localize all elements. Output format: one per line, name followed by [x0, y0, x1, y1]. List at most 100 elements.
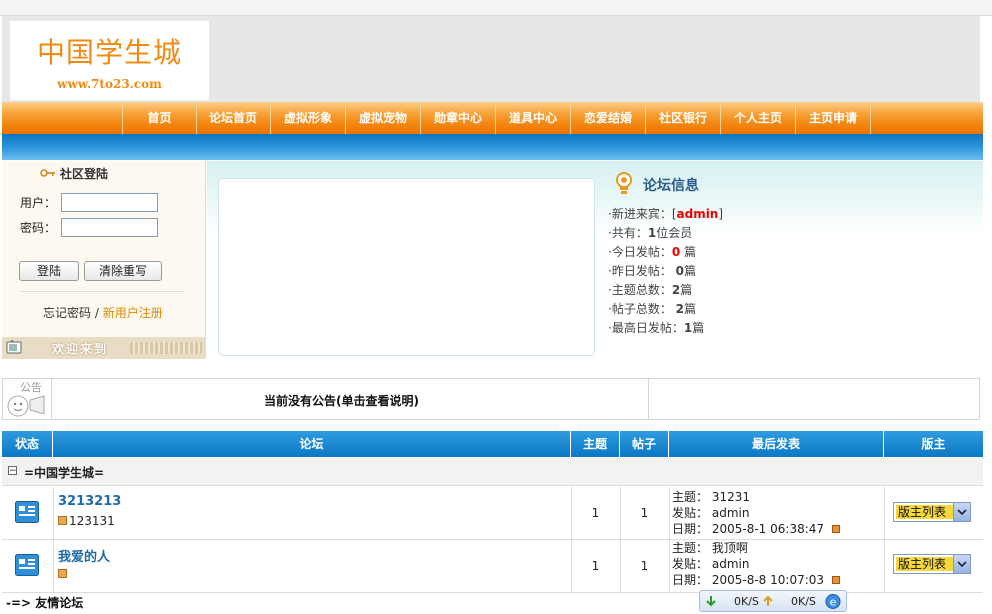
last-post-cell: 主题： 31231 发贴： admin 日期： 2005-8-1 06:38:4…: [669, 487, 885, 539]
status-cell: [2, 487, 54, 539]
info-max-unit: 篇: [692, 321, 705, 335]
network-speed-widget: 0K/S 0K/S e: [699, 590, 847, 612]
last-date-value: 2005-8-8 10:07:03: [711, 573, 825, 587]
info-posts-unit: 篇: [684, 302, 697, 316]
info-today-label: ·今日发帖：: [608, 245, 672, 259]
welcome-pattern: [130, 342, 202, 354]
info-max: ·最高日发帖：1篇: [608, 319, 704, 336]
last-post-date: 日期： 2005-8-8 10:07:03: [672, 572, 824, 588]
forum-name-link[interactable]: 我爱的人: [58, 546, 110, 565]
bulb-icon: [616, 172, 632, 194]
nav-avatar[interactable]: 虚拟形象: [271, 102, 346, 134]
info-yesterday-count: 0: [675, 264, 685, 278]
info-today-unit: 篇: [684, 245, 697, 259]
last-author-label: 发贴：: [672, 557, 709, 571]
blue-divider-bar: [2, 134, 983, 160]
col-posts: 帖子: [620, 431, 669, 457]
username-input[interactable]: [61, 193, 158, 212]
login-button[interactable]: 登陆: [19, 261, 79, 281]
cartoon-icon: [7, 395, 45, 417]
last-post-cell: 主题： 我顶啊 发贴： admin 日期： 2005-8-8 10:07:03: [669, 540, 885, 592]
info-members-label: ·共有：: [608, 226, 648, 240]
last-topic-label: 主题：: [672, 490, 709, 504]
last-date-value: 2005-8-1 06:38:47: [711, 522, 825, 536]
last-topic-link[interactable]: 我顶啊: [712, 541, 748, 555]
last-topic-link[interactable]: 31231: [712, 490, 750, 504]
table-row: 3213213 123131 1 1 主题： 31231 发贴： admin 日…: [2, 487, 983, 540]
last-author-link[interactable]: admin: [712, 557, 750, 571]
topic-count: 1: [571, 540, 621, 592]
col-last-post: 最后发表: [669, 431, 884, 457]
blank-content-box: [218, 178, 595, 356]
info-max-label: ·最高日发帖：: [608, 321, 684, 335]
site-logo[interactable]: 中国学生城 www.7to23.com: [10, 21, 209, 100]
reset-button[interactable]: 清除重写: [84, 261, 162, 281]
announcement-icon: 公告: [2, 376, 48, 422]
info-topics-unit: 篇: [680, 283, 693, 297]
nav-items[interactable]: 道具中心: [496, 102, 571, 134]
login-links: 忘记密码 / 新用户注册: [43, 304, 163, 321]
announcement-divider: [51, 379, 52, 419]
category-title[interactable]: =中国学生城=: [24, 464, 104, 481]
chevron-down-icon[interactable]: [953, 555, 970, 573]
info-members: ·共有：1位会员: [608, 224, 692, 241]
announcement-bar: [2, 378, 980, 420]
moderator-select[interactable]: 版主列表: [893, 554, 971, 574]
last-post-topic: 主题： 我顶啊: [672, 540, 748, 556]
forum-info-title: 论坛信息: [643, 178, 699, 194]
info-posts: ·帖子总数： 2篇: [608, 300, 696, 317]
register-link[interactable]: 新用户注册: [103, 306, 163, 320]
table-row: 我爱的人 1 1 主题： 我顶啊 发贴： admin 日期： 2005-8-8 …: [2, 540, 983, 593]
moderator-cell: 版主列表: [884, 540, 983, 592]
post-count: 1: [620, 540, 670, 592]
login-panel: 社区登陆 用户： 密码： 登陆 清除重写 忘记密码 / 新用户注册 欢迎来到: [2, 161, 206, 359]
nav-marriage[interactable]: 恋爱结婚: [571, 102, 646, 134]
moderator-select-value: 版主列表: [896, 557, 954, 571]
nav-home[interactable]: 首页: [122, 102, 197, 134]
nav-profile[interactable]: 个人主页: [721, 102, 796, 134]
forum-status-icon: [15, 554, 39, 576]
info-today: ·今日发帖：0 篇: [608, 243, 696, 260]
post-count: 1: [620, 487, 670, 539]
friend-links-title[interactable]: -=> 友情论坛: [2, 592, 702, 612]
moderator-cell: 版主列表: [884, 487, 983, 539]
info-newest-label: ·新进来宾：[: [608, 207, 677, 221]
col-topics: 主题: [571, 431, 620, 457]
goto-last-icon[interactable]: [832, 525, 840, 533]
nav-apply[interactable]: 主页申请: [796, 102, 871, 134]
password-input[interactable]: [61, 218, 158, 237]
link-separator: /: [94, 306, 99, 320]
svg-text:e: e: [830, 596, 837, 609]
forum-table-header: 状态 论坛 主题 帖子 最后发表 版主: [2, 431, 983, 457]
forgot-password-link[interactable]: 忘记密码: [43, 306, 91, 320]
login-title: 社区登陆: [60, 167, 109, 181]
site-url: www.7to23.com: [57, 77, 162, 91]
login-divider: [20, 291, 184, 292]
info-topics-count: 2: [671, 283, 681, 297]
announcement-text[interactable]: 当前没有公告(单击查看说明): [264, 392, 419, 409]
forum-name-link[interactable]: 3213213: [58, 494, 121, 509]
ie-icon[interactable]: e: [824, 593, 842, 610]
forum-desc-icon: [58, 569, 67, 578]
forum-cell: 我爱的人: [53, 540, 572, 592]
nav-pet[interactable]: 虚拟宠物: [346, 102, 421, 134]
newest-user-link[interactable]: admin: [677, 207, 719, 221]
info-posts-label: ·帖子总数：: [608, 302, 672, 316]
upload-speed: 0K/S: [791, 595, 816, 608]
goto-last-icon[interactable]: [832, 576, 840, 584]
info-topics-label: ·主题总数：: [608, 283, 672, 297]
chevron-down-icon[interactable]: [953, 503, 970, 521]
nav-forum-home[interactable]: 论坛首页: [196, 102, 271, 134]
site-title: 中国学生城: [36, 36, 182, 69]
nav-bank[interactable]: 社区银行: [646, 102, 721, 134]
tv-icon: [6, 340, 22, 354]
nav-medals[interactable]: 勋章中心: [421, 102, 496, 134]
last-author-link[interactable]: admin: [712, 506, 750, 520]
info-newest-end: ]: [718, 207, 724, 221]
forum-status-icon: [15, 501, 39, 523]
moderator-select[interactable]: 版主列表: [893, 502, 971, 522]
collapse-icon[interactable]: −: [8, 466, 17, 476]
info-yesterday: ·昨日发帖： 0篇: [608, 262, 696, 279]
info-yesterday-unit: 篇: [684, 264, 697, 278]
info-members-count: 1: [647, 226, 657, 240]
